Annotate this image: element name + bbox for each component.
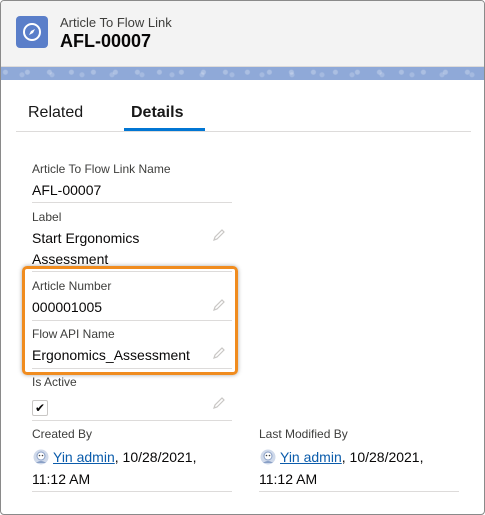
edit-is-active-pencil-icon[interactable] xyxy=(212,396,226,410)
record-header: Article To Flow Link AFL-00007 xyxy=(1,1,484,67)
created-by-time: 11:12 AM xyxy=(32,471,91,487)
user-avatar-icon xyxy=(33,449,49,465)
tab-details[interactable]: Details xyxy=(131,104,183,122)
last-modified-by-value: Yin admin, 10/28/2021, xyxy=(280,447,424,468)
highlight-box xyxy=(22,266,238,375)
created-by-field-label: Created By xyxy=(32,427,93,441)
object-type-label: Article To Flow Link xyxy=(60,15,172,30)
compass-icon xyxy=(16,16,48,48)
name-field-divider xyxy=(32,202,232,203)
created-by-value: Yin admin, 10/28/2021, xyxy=(53,447,197,468)
name-field-value: AFL-00007 xyxy=(32,182,102,198)
created-by-date: , 10/28/2021, xyxy=(114,449,197,465)
last-modified-by-user-link[interactable]: Yin admin xyxy=(280,449,342,465)
details-card: Related Details Article To Flow Link Nam… xyxy=(8,80,479,514)
is-active-field-divider xyxy=(32,420,232,421)
label-field-label: Label xyxy=(32,210,62,224)
user-avatar-icon xyxy=(260,449,276,465)
record-page: Article To Flow Link AFL-00007 Related D… xyxy=(0,0,485,515)
record-name: AFL-00007 xyxy=(60,31,152,51)
header-banner xyxy=(1,67,484,80)
created-by-field-divider xyxy=(32,491,232,492)
edit-label-pencil-icon[interactable] xyxy=(212,228,226,242)
name-field-label: Article To Flow Link Name xyxy=(32,162,171,176)
tab-bar: Related Details xyxy=(16,100,471,132)
tab-related[interactable]: Related xyxy=(28,104,83,122)
is-active-checkbox: ✔ xyxy=(32,400,48,416)
last-modified-by-field-label: Last Modified By xyxy=(259,427,348,441)
is-active-field-label: Is Active xyxy=(32,375,77,389)
active-tab-indicator xyxy=(124,128,205,131)
last-modified-by-date: , 10/28/2021, xyxy=(341,449,424,465)
created-by-user-link[interactable]: Yin admin xyxy=(53,449,115,465)
last-modified-by-time: 11:12 AM xyxy=(259,471,318,487)
label-field-value-line1: Start Ergonomics xyxy=(32,230,140,246)
last-modified-by-field-divider xyxy=(259,491,459,492)
